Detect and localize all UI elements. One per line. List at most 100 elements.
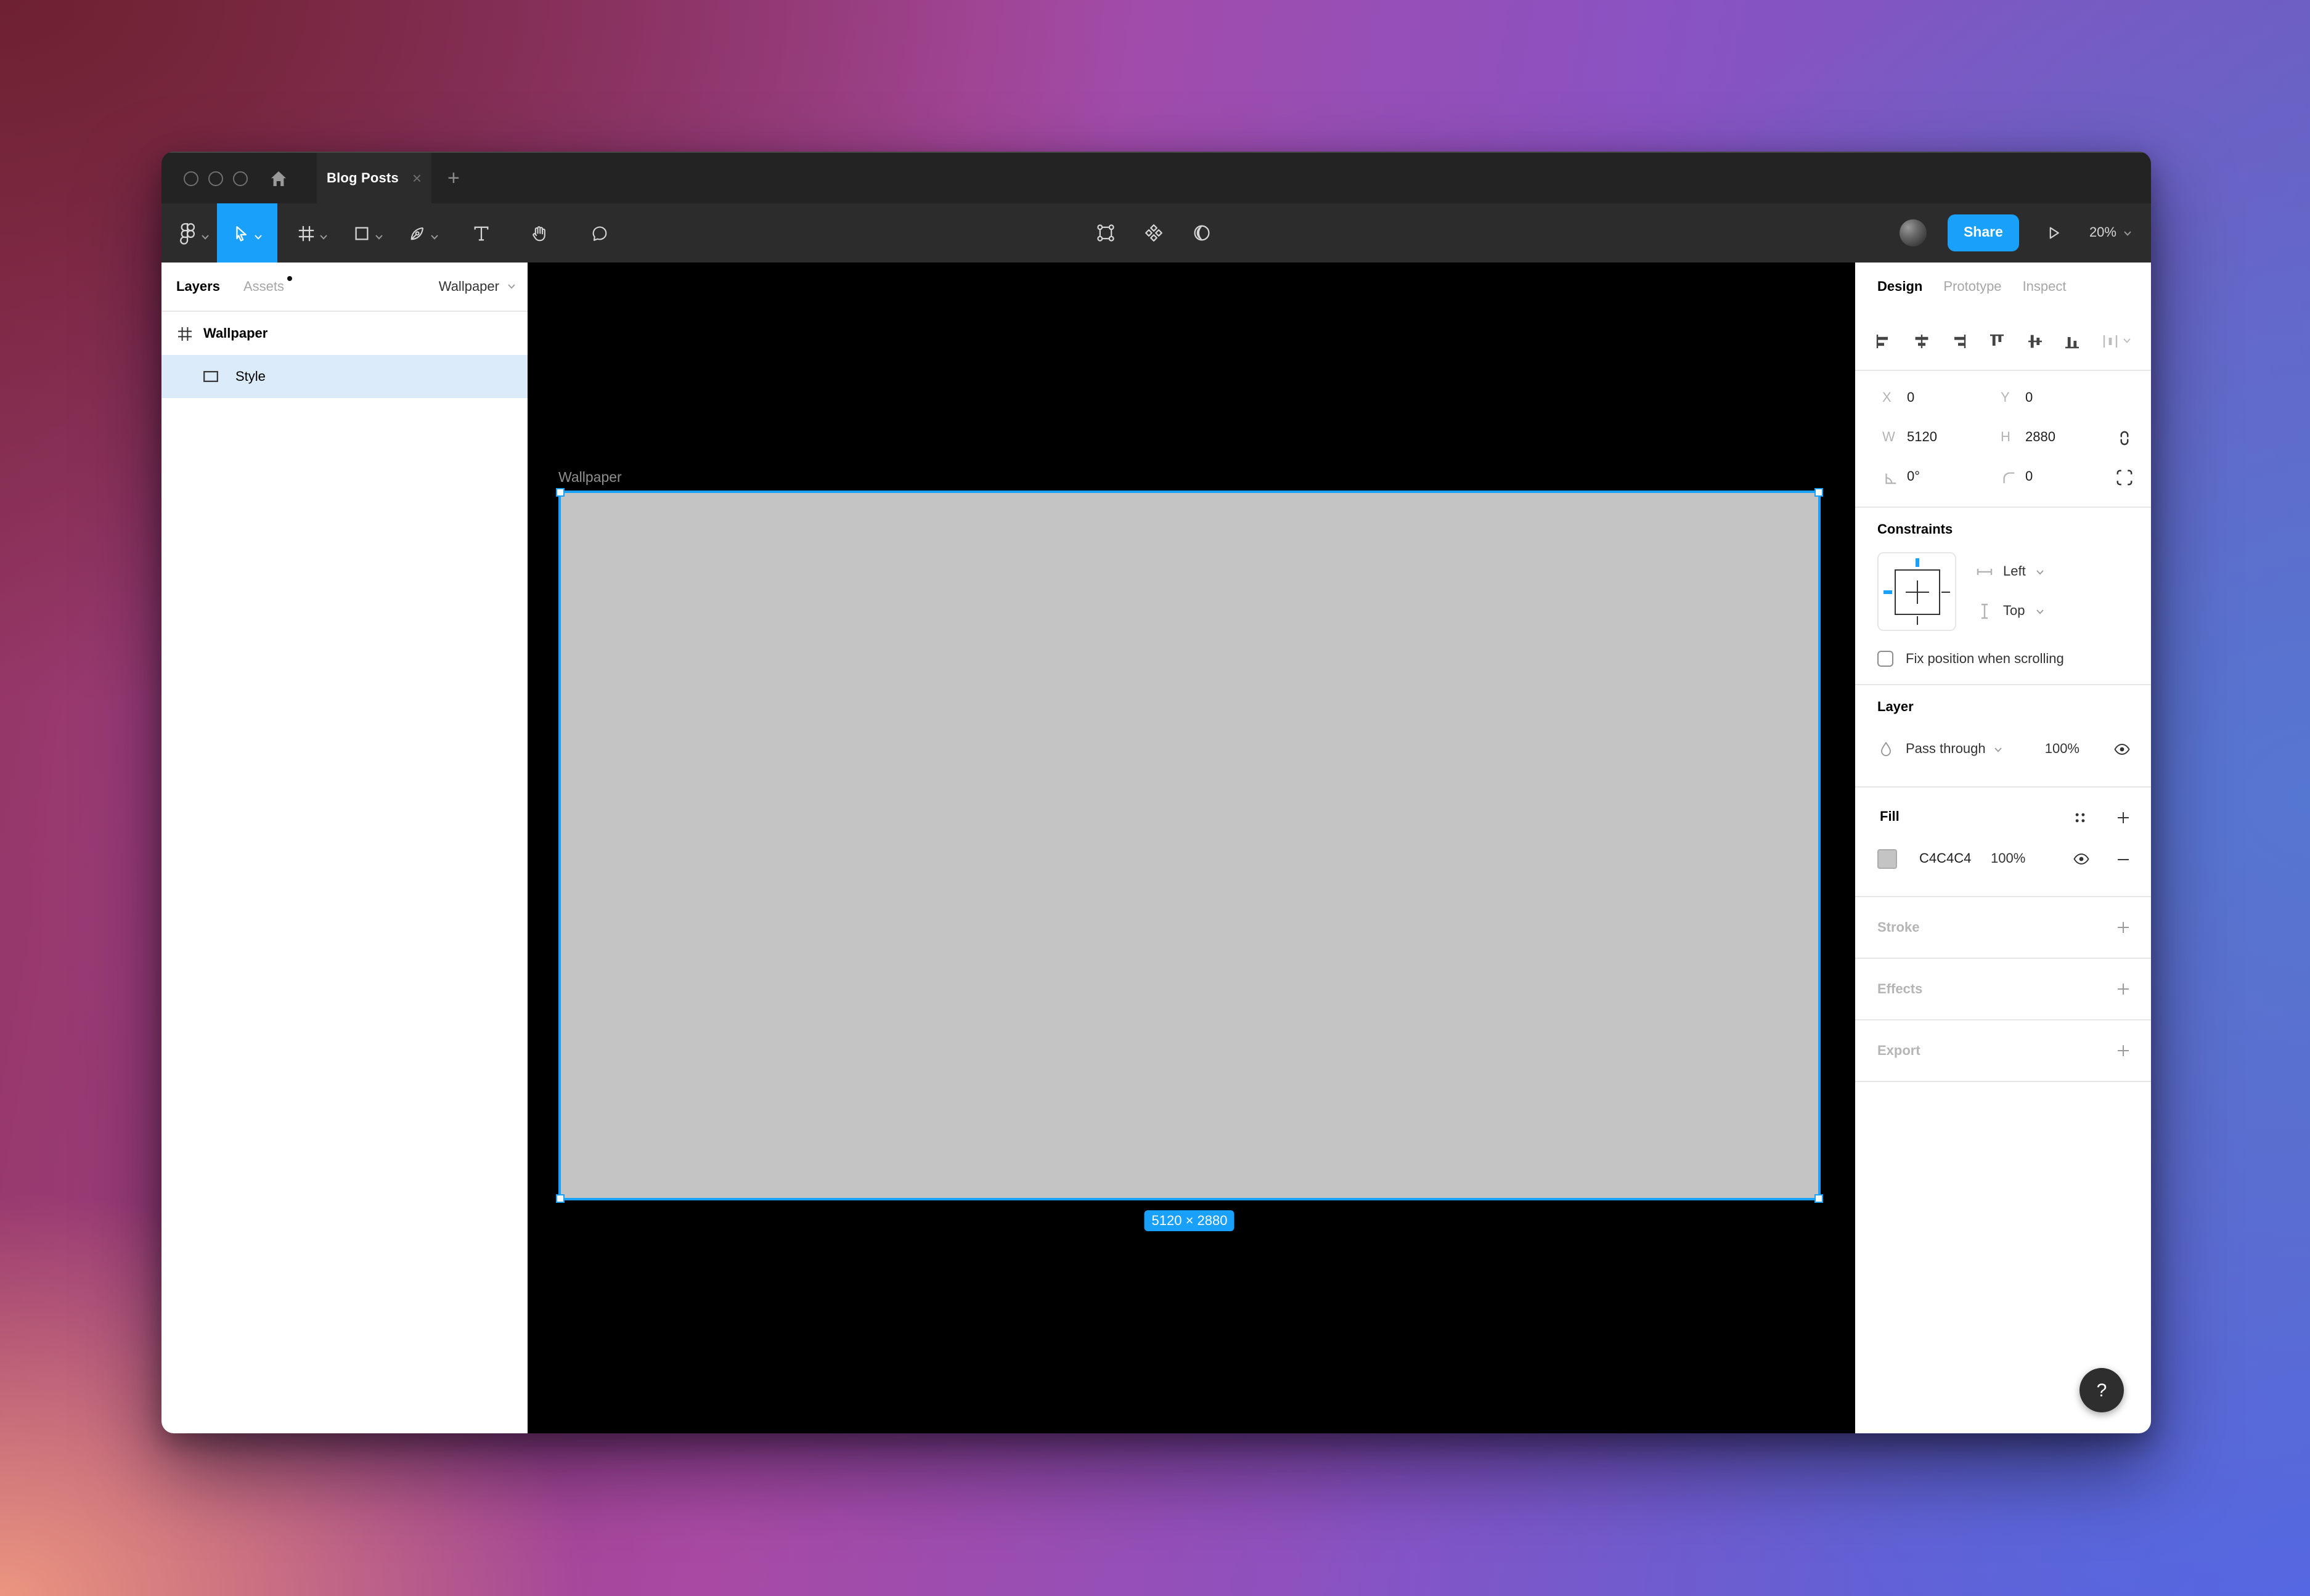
horizontal-constraint-icon (1976, 563, 1993, 580)
add-effect-button[interactable] (2115, 981, 2131, 997)
figma-window: Blog Posts × + (161, 152, 2151, 1433)
add-stroke-button[interactable] (2115, 919, 2131, 935)
rotation-field[interactable]: 0° (1882, 469, 2001, 485)
share-button[interactable]: Share (1948, 214, 2019, 251)
horizontal-constraint-select[interactable]: Left (1976, 563, 2046, 580)
corner-radius-field[interactable]: 0 (2001, 469, 2119, 485)
tab-design[interactable]: Design (1877, 280, 1922, 295)
frame-layer-icon (178, 326, 192, 341)
pen-tool-button[interactable] (401, 203, 446, 263)
add-export-button[interactable] (2115, 1043, 2131, 1059)
zoom-level-value: 20% (2089, 226, 2116, 240)
selection-handle-bottom-right[interactable] (1814, 1194, 1823, 1203)
use-as-mask-button[interactable] (1185, 223, 1219, 243)
corner-radius-icon (2001, 469, 2025, 485)
shape-tool-button[interactable] (345, 203, 391, 263)
align-top-button[interactable] (1988, 332, 2006, 349)
selection-handle-top-left[interactable] (556, 488, 565, 497)
alignment-toolbar (1855, 312, 2151, 371)
layer-opacity-value[interactable]: 100% (2045, 742, 2079, 757)
tab-prototype[interactable]: Prototype (1943, 280, 2001, 295)
fill-styles-icon[interactable] (2072, 809, 2088, 825)
selection-handle-bottom-left[interactable] (556, 1194, 565, 1203)
layer-visibility-eye-icon[interactable] (2113, 742, 2131, 757)
user-avatar[interactable] (1900, 219, 1927, 246)
zoom-menu[interactable]: 20% (2089, 226, 2132, 240)
move-tool-button[interactable] (217, 203, 277, 263)
height-field[interactable]: H 2880 (2001, 430, 2119, 445)
distribute-menu-button[interactable] (2102, 332, 2131, 349)
fill-color-swatch[interactable] (1877, 849, 1897, 869)
new-tab-button[interactable]: + (447, 153, 460, 203)
y-field[interactable]: Y 0 (2001, 391, 2119, 405)
comment-tool-button[interactable] (572, 203, 626, 263)
constraints-section: Constraints (1855, 508, 2151, 684)
create-component-button[interactable] (1137, 223, 1171, 243)
canvas[interactable]: Wallpaper 5120 × 2880 (528, 263, 1855, 1433)
align-vertical-centers-button[interactable] (2026, 332, 2043, 349)
layer-name: Wallpaper (203, 326, 267, 341)
fix-position-checkbox[interactable] (1877, 651, 1893, 667)
constraint-bottom-tick[interactable] (1916, 616, 1918, 624)
y-label: Y (2001, 391, 2025, 405)
text-tool-button[interactable] (456, 203, 505, 263)
file-tab[interactable]: Blog Posts × (317, 153, 431, 203)
layer-row-frame[interactable]: Wallpaper (161, 312, 528, 355)
align-left-button[interactable] (1875, 332, 1892, 349)
tab-assets[interactable]: Assets (243, 279, 284, 294)
figma-menu-button[interactable] (171, 203, 217, 263)
constraint-left-tick[interactable] (1884, 590, 1892, 594)
add-fill-button[interactable] (2115, 809, 2131, 825)
width-label: W (1882, 430, 1907, 445)
rectangle-layer-icon (203, 371, 218, 382)
effects-title: Effects (1877, 982, 2115, 996)
constraint-top-tick[interactable] (1915, 558, 1919, 567)
fill-visibility-eye-icon[interactable] (2072, 852, 2091, 866)
x-label: X (1882, 391, 1907, 405)
fix-position-row: Fix position when scrolling (1855, 651, 2151, 667)
tab-inspect[interactable]: Inspect (2023, 280, 2067, 295)
align-right-button[interactable] (1951, 332, 1968, 349)
frame-tool-button[interactable] (290, 203, 335, 263)
layer-row-style[interactable]: Style (161, 355, 528, 398)
figma-logo-icon (179, 221, 197, 245)
selected-frame[interactable] (558, 491, 1821, 1200)
constrain-proportions-toggle[interactable] (2115, 428, 2134, 447)
edit-object-button[interactable] (1088, 223, 1123, 243)
remove-fill-button[interactable] (2115, 851, 2131, 867)
y-value: 0 (2025, 391, 2033, 405)
tab-layers[interactable]: Layers (176, 279, 220, 294)
vertical-constraint-select[interactable]: Top (1976, 603, 2046, 620)
independent-corners-toggle[interactable] (2115, 468, 2134, 486)
window-zoom-button[interactable] (233, 171, 248, 185)
present-button[interactable] (2045, 224, 2062, 242)
align-horizontal-centers-button[interactable] (1912, 332, 1930, 349)
desktop-background: Blog Posts × + (0, 0, 2310, 1596)
constraint-right-tick[interactable] (1941, 591, 1949, 593)
tab-close-icon[interactable]: × (407, 170, 422, 186)
position-row: X 0 Y 0 (1855, 378, 2151, 418)
rotation-value: 0° (1907, 470, 1920, 484)
x-field[interactable]: X 0 (1882, 391, 2001, 405)
height-label: H (2001, 430, 2025, 445)
vertical-constraint-value: Top (2003, 604, 2025, 619)
frame-label[interactable]: Wallpaper (558, 471, 622, 486)
fill-hex-value[interactable]: C4C4C4 (1919, 852, 1991, 866)
width-field[interactable]: W 5120 (1882, 430, 2001, 445)
tool-group-right: Share 20% (1900, 203, 2151, 263)
window-close-button[interactable] (184, 171, 198, 185)
comment-icon (590, 224, 608, 242)
window-minimize-button[interactable] (208, 171, 223, 185)
page-selector[interactable]: Wallpaper (439, 279, 516, 294)
chevron-down-icon (201, 234, 210, 240)
tool-group-left (161, 203, 626, 263)
hand-tool-button[interactable] (513, 203, 565, 263)
align-bottom-button[interactable] (2064, 332, 2081, 349)
home-button[interactable] (258, 153, 300, 203)
fill-opacity-value[interactable]: 100% (1991, 852, 2025, 866)
blend-mode-value[interactable]: Pass through (1906, 742, 1986, 757)
constraints-widget[interactable] (1877, 552, 1956, 631)
selection-handle-top-right[interactable] (1814, 488, 1823, 497)
help-button[interactable]: ? (2079, 1368, 2124, 1412)
file-tab-title: Blog Posts (327, 171, 407, 185)
